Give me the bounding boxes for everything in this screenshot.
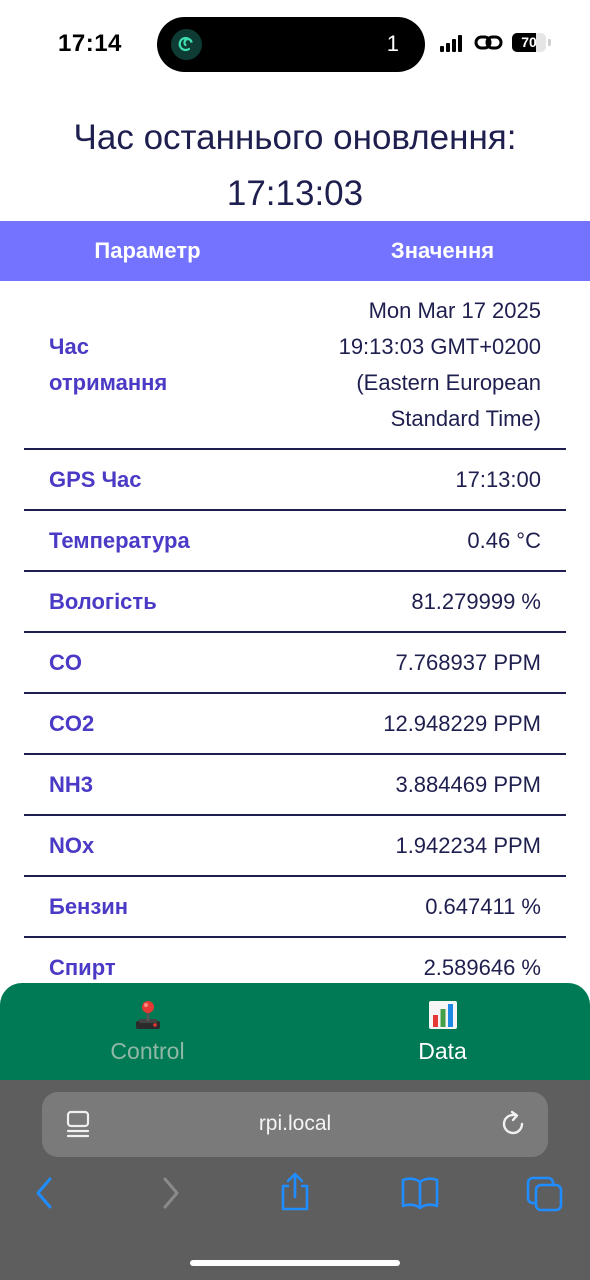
table-row-gps-time: GPS Час 17:13:00	[24, 450, 566, 511]
table-row-temperature: Температура 0.46 °C	[24, 511, 566, 572]
bottom-tab-bar: Control Data	[0, 983, 590, 1080]
table-header: Параметр Значення	[0, 221, 590, 281]
row-label: Вологість	[49, 588, 157, 614]
bookmarks-icon[interactable]	[400, 1176, 440, 1210]
row-value: 0.46 °C	[467, 527, 541, 553]
cellular-signal-icon	[440, 34, 466, 52]
table-row-nh3: NH3 3.884469 PPM	[24, 755, 566, 816]
row-value: 2.589646 %	[423, 954, 541, 980]
tab-data-label: Data	[418, 1038, 467, 1064]
row-label: Температура	[49, 527, 190, 553]
dynamic-island[interactable]: 1	[157, 17, 425, 72]
row-value: 3.884469 PPM	[395, 771, 541, 797]
battery-level: 70	[521, 34, 537, 50]
row-label: GPS Час	[49, 466, 142, 492]
page-title: Час останнього оновлення: 17:13:03	[0, 110, 590, 222]
table-row-nox: NOx 1.942234 PPM	[24, 816, 566, 877]
tabs-icon[interactable]	[526, 1176, 564, 1212]
table-row-co: CO 7.768937 PPM	[24, 633, 566, 694]
row-label: Спирт	[49, 954, 116, 980]
status-time: 17:14	[58, 30, 122, 57]
joystick-icon	[135, 1001, 160, 1029]
tab-control[interactable]: Control	[0, 983, 295, 1080]
forward-icon[interactable]	[160, 1176, 182, 1210]
row-label: Час отримання	[49, 333, 168, 395]
row-value: 81.279999 %	[411, 588, 541, 614]
row-value: Mon Mar 17 2025 19:13:03 GMT+0200 (Easte…	[338, 297, 541, 431]
row-label: CO	[49, 649, 82, 675]
share-icon[interactable]	[278, 1172, 312, 1212]
debian-swirl-icon	[171, 29, 202, 60]
address-bar[interactable]: rpi.local	[42, 1092, 548, 1157]
table-row-receive-time: Час отримання Mon Mar 17 2025 19:13:03 G…	[24, 281, 566, 450]
browser-nav-row	[0, 1172, 590, 1216]
sensor-data-table: Параметр Значення Час отримання Mon Mar …	[0, 221, 590, 999]
row-value: 1.942234 PPM	[395, 832, 541, 858]
home-indicator	[190, 1260, 400, 1266]
status-bar: 17:14 1 70	[0, 0, 590, 90]
battery-tip	[548, 39, 551, 46]
tab-control-label: Control	[110, 1038, 185, 1064]
row-label: NOx	[49, 832, 95, 858]
table-row-petrol: Бензин 0.647411 %	[24, 877, 566, 938]
table-row-humidity: Вологість 81.279999 %	[24, 572, 566, 633]
row-value: 7.768937 PPM	[395, 649, 541, 675]
back-icon[interactable]	[33, 1176, 55, 1210]
bar-chart-icon	[428, 1001, 457, 1029]
row-label: CO2	[49, 710, 95, 736]
row-value: 0.647411 %	[425, 893, 541, 919]
tab-data[interactable]: Data	[295, 983, 590, 1080]
row-label: NH3	[49, 771, 94, 797]
row-value: 12.948229 PPM	[383, 710, 541, 736]
column-header-value: Значення	[390, 238, 495, 263]
row-value: 17:13:00	[455, 466, 541, 492]
browser-toolbar: rpi.local	[0, 1080, 590, 1280]
reload-icon[interactable]	[500, 1110, 528, 1138]
row-label: Бензин	[49, 893, 129, 919]
battery-icon: 70	[512, 33, 546, 52]
column-header-parameter: Параметр	[94, 238, 201, 263]
table-row-co2: CO2 12.948229 PPM	[24, 694, 566, 755]
last-update-time: 17:13:03	[226, 174, 364, 213]
link-icon	[474, 35, 503, 50]
island-count: 1	[386, 31, 399, 56]
page-title-label: Час останнього оновлення:	[73, 118, 517, 157]
url-text: rpi.local	[258, 1112, 332, 1135]
